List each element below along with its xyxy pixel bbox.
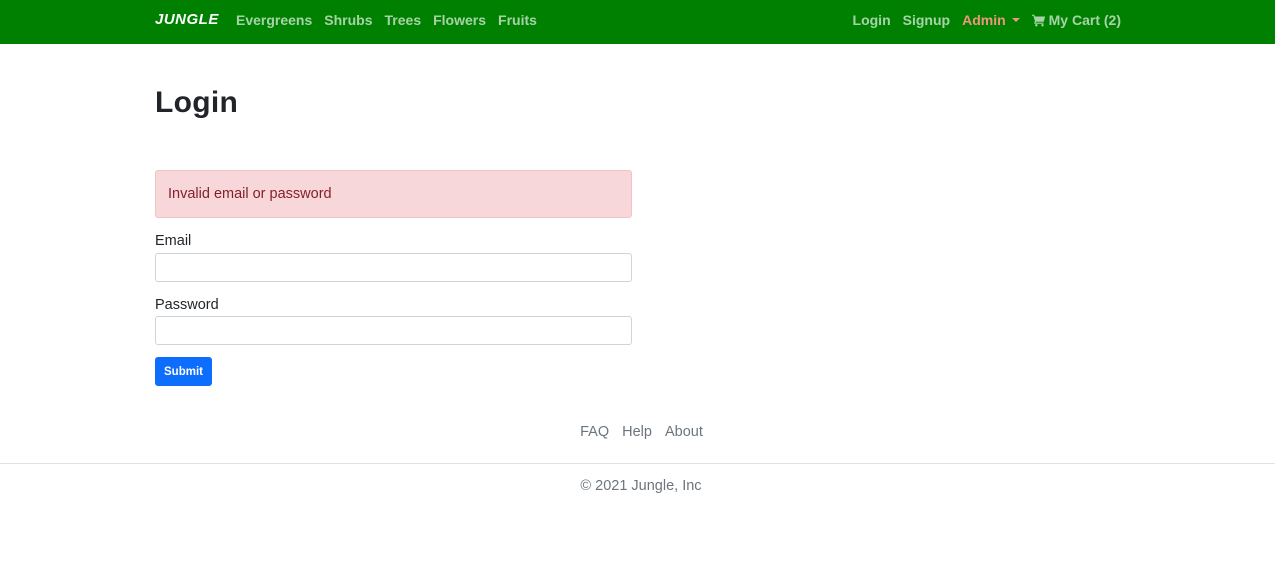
nav-item-shrubs[interactable]: Shrubs (324, 12, 372, 28)
top-navbar: JUNGLE Evergreens Shrubs Trees Flowers F… (0, 0, 1275, 44)
caret-down-icon (1011, 18, 1020, 22)
account-nav: Login Signup Admin My Cart (2) (853, 12, 1121, 28)
error-alert: Invalid email or password (155, 170, 632, 218)
nav-item-evergreens[interactable]: Evergreens (236, 12, 312, 28)
category-nav: Evergreens Shrubs Trees Flowers Fruits (236, 12, 537, 28)
footer-link-faq[interactable]: FAQ (580, 424, 609, 440)
login-link[interactable]: Login (853, 12, 891, 28)
submit-button[interactable]: Submit (155, 357, 212, 386)
nav-item-trees[interactable]: Trees (385, 12, 422, 28)
admin-dropdown-label: Admin (962, 12, 1006, 28)
admin-dropdown[interactable]: Admin (962, 12, 1020, 28)
password-field[interactable] (155, 316, 632, 345)
cart-link[interactable]: My Cart (2) (1031, 12, 1121, 28)
footer-links: FAQ Help About (0, 424, 1275, 440)
footer-link-help[interactable]: Help (622, 424, 652, 440)
shopping-cart-icon (1031, 14, 1045, 27)
brand-logo[interactable]: JUNGLE (155, 11, 219, 28)
page-title: Login (155, 86, 239, 119)
email-field[interactable] (155, 253, 632, 282)
footer-link-about[interactable]: About (665, 424, 703, 440)
password-label: Password (155, 297, 219, 313)
cart-label: My Cart (2) (1048, 12, 1121, 28)
signup-link[interactable]: Signup (903, 12, 950, 28)
footer-divider (0, 463, 1275, 464)
nav-item-fruits[interactable]: Fruits (498, 12, 537, 28)
nav-item-flowers[interactable]: Flowers (433, 12, 486, 28)
copyright-text: © 2021 Jungle, Inc (580, 478, 702, 494)
email-label: Email (155, 233, 192, 249)
